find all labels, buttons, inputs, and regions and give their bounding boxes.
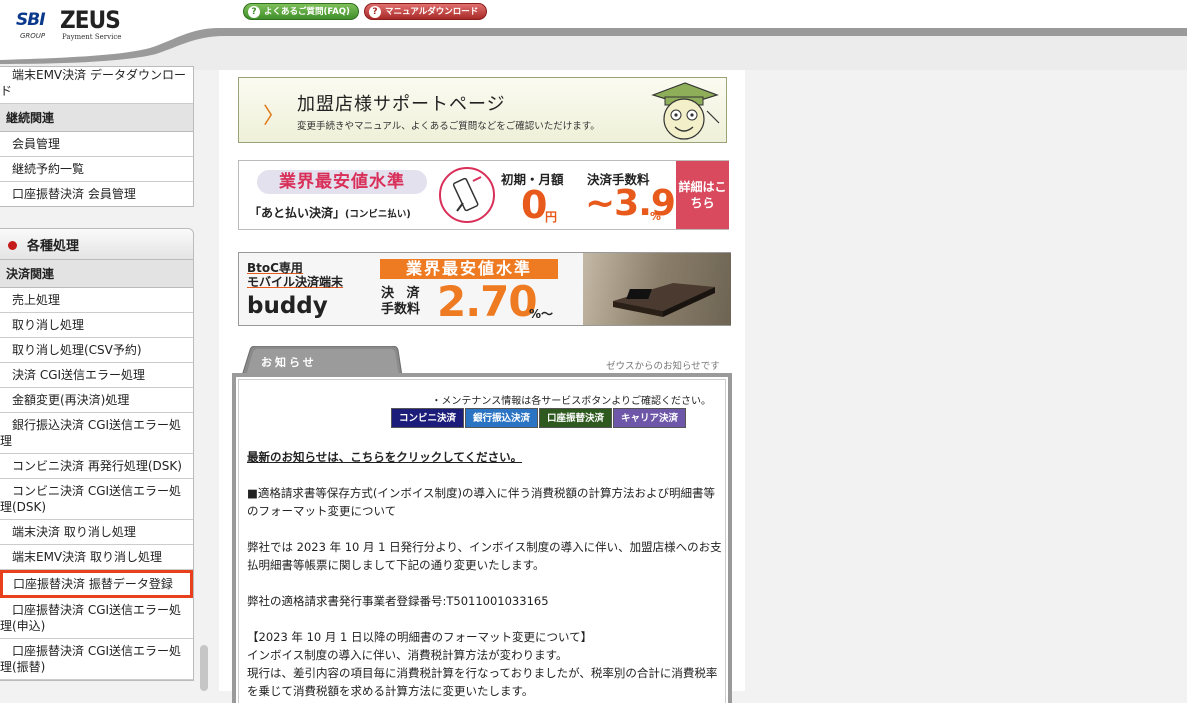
service-buttons: コンビニ決済 銀行振込決済 口座振替決済 キャリア決済 (391, 406, 687, 428)
sidebar-heading-payment: 決済関連 (0, 260, 193, 288)
sidebar-item-transfer-cgi-error-apply[interactable]: 口座振替決済 CGI送信エラー処理(申込) (0, 598, 193, 639)
news-paragraph-4-line1: 【2023 年 10 月 1 日以降の明細書のフォーマット変更について】 (247, 630, 593, 644)
sidebar-item-emv-cancel[interactable]: 端末EMV決済 取り消し処理 (0, 545, 193, 570)
buddy-fee-label-line1: 決 済 (381, 286, 424, 301)
news-paragraph-4-line3: 現行は、差引内容の項目毎に消費税計算を行なっておりましたが、税率別の合計に消費税… (247, 666, 718, 698)
sidebar-item-cancel[interactable]: 取り消し処理 (0, 313, 193, 338)
sidebar-item-bank-cgi-error[interactable]: 銀行振込決済 CGI送信エラー処理 (0, 413, 193, 454)
atobarai-text: 「あと払い決済」 (249, 206, 346, 220)
konbini-fee-value: ~3.9 (585, 183, 676, 224)
konbini-atobarai-label: 「あと払い決済」(コンビニ払い) (249, 204, 411, 221)
sidebar: 端末EMV決済 データダウンロード 継続関連 会員管理 継続予約一覧 口座振替決… (0, 66, 200, 691)
sidebar-item-terminal-cancel[interactable]: 端末決済 取り消し処理 (0, 520, 193, 545)
sidebar-section-processing: 各種処理 (0, 229, 193, 260)
sidebar-item-cgi-error[interactable]: 決済 CGI送信エラー処理 (0, 363, 193, 388)
support-page-banner[interactable]: 〉 加盟店様サポートページ 変更手続きやマニュアル、よくあるご質問などをご確認い… (238, 77, 727, 143)
news-inner: ・メンテナンス情報は各サービスボタンよりご確認ください。 コンビニ決済 銀行振込決… (238, 379, 726, 703)
buddy-terminal-photo (583, 253, 731, 325)
manual-download-button[interactable]: ? マニュアルダウンロード (364, 3, 488, 20)
news-paragraph-1: ■適格請求書等保存方式(インボイス制度)の導入に伴う消費税額の計算方法および明細… (247, 486, 715, 518)
konbini-percent-unit: % (650, 210, 662, 223)
chevron-right-icon: 〉 (263, 104, 286, 129)
support-banner-title: 加盟店様サポートページ (297, 94, 506, 115)
sidebar-item-konbini-reissue[interactable]: コンビニ決済 再発行処理(DSK) (0, 454, 193, 479)
buddy-terminal-banner[interactable]: BtoC専用 モバイル決済端末 buddy 業界最安値水準 決 済 手数料 2.… (238, 252, 731, 326)
sidebar-item-konbini-cgi-error[interactable]: コンビニ決済 CGI送信エラー処理(DSK) (0, 479, 193, 520)
news-paragraph-4: 【2023 年 10 月 1 日以降の明細書のフォーマット変更について】 インボ… (247, 628, 723, 700)
service-button-account-transfer[interactable]: 口座振替決済 (539, 408, 613, 428)
sidebar-item-account-transfer-members[interactable]: 口座振替決済 会員管理 (0, 182, 193, 206)
konbini-detail-button[interactable]: 詳細はこちら (676, 161, 729, 229)
buddy-lowest-badge: 業界最安値水準 (380, 259, 558, 279)
buddy-fee-label: 決 済 手数料 (381, 286, 424, 318)
service-button-bank[interactable]: 銀行振込決済 (465, 408, 539, 428)
logo-sbi-text: SBI (16, 10, 46, 30)
atobarai-small-text: (コンビニ払い) (345, 209, 411, 220)
buddy-percent-unit: %～ (529, 307, 554, 321)
faq-button[interactable]: ? よくあるご質問(FAQ) (243, 3, 359, 20)
sidebar-item-amount-change[interactable]: 金額変更(再決済)処理 (0, 388, 193, 413)
sidebar-item-cancel-csv[interactable]: 取り消し処理(CSV予約) (0, 338, 193, 363)
buddy-btoc-line1: BtoC専用 (247, 261, 303, 275)
news-paragraph-4-line2: インボイス制度の導入に伴い、消費税計算方法が変わります。 (247, 648, 568, 662)
main-content: 〉 加盟店様サポートページ 変更手続きやマニュアル、よくあるご質問などをご確認い… (219, 70, 745, 703)
faq-button-label: よくあるご質問(FAQ) (264, 7, 350, 17)
sidebar-panel-processing: 各種処理 決済関連 売上処理 取り消し処理 取り消し処理(CSV予約) 決済 C… (0, 228, 194, 681)
news-paragraph-2: 弊社では 2023 年 10 月 1 日発行分より、インボイス制度の導入に伴い、… (247, 540, 722, 572)
header-swoosh (0, 0, 1187, 64)
pen-invoice-icon (439, 167, 495, 223)
sidebar-heading-continuation: 継続関連 (0, 104, 193, 132)
maintenance-note: ・メンテナンス情報は各サービスボタンよりご確認ください。 (431, 396, 711, 407)
question-icon: ? (369, 6, 381, 18)
sidebar-item-transfer-data-registration[interactable]: 口座振替決済 振替データ登録 (0, 570, 193, 598)
konbini-lowest-badge: 業界最安値水準 (257, 170, 427, 194)
manual-button-label: マニュアルダウンロード (385, 7, 479, 17)
logo-group-text: GROUP (20, 32, 46, 40)
terminal-device-icon (613, 283, 715, 317)
buddy-btoc-label: BtoC専用 モバイル決済端末 (247, 261, 343, 289)
sidebar-item-sales[interactable]: 売上処理 (0, 288, 193, 313)
sidebar-section-label: 各種処理 (27, 239, 80, 254)
logo-payment-text: Payment Service (62, 33, 122, 41)
sidebar-item-transfer-cgi-error-transfer[interactable]: 口座振替決済 CGI送信エラー処理(振替) (0, 639, 193, 680)
news-caption: ゼウスからのお知らせです (606, 361, 720, 372)
zeus-logo[interactable]: SBI ZEUS GROUP Payment Service (16, 6, 126, 42)
news-box: ・メンテナンス情報は各サービスボタンよりご確認ください。 コンビニ決済 銀行振込決… (232, 373, 732, 703)
header: SBI ZEUS GROUP Payment Service ? よくあるご質問… (0, 0, 1187, 70)
sidebar-scrollbar[interactable] (200, 645, 208, 691)
konbini-zero-value: 0 (521, 183, 548, 227)
mascot-icon (651, 82, 720, 140)
sidebar-item-reservation-list[interactable]: 継続予約一覧 (0, 157, 193, 182)
sidebar-panel-continuation: 端末EMV決済 データダウンロード 継続関連 会員管理 継続予約一覧 口座振替決… (0, 66, 194, 207)
red-dot-icon (8, 241, 17, 250)
news-tab-label: お知らせ (261, 356, 317, 369)
logo-zeus-text: ZEUS (60, 6, 121, 34)
buddy-btoc-line2: モバイル決済端末 (247, 275, 344, 289)
buddy-rate-value: 2.70 (437, 277, 538, 326)
support-banner-subtitle: 変更手続きやマニュアル、よくあるご質問などをご確認いただけます。 (297, 121, 600, 132)
news-text: 最新のお知らせは、こちらをクリックしてください。 ■適格請求書等保存方式(インボ… (247, 448, 723, 700)
buddy-name: buddy (247, 293, 328, 319)
latest-news-link[interactable]: 最新のお知らせは、こちらをクリックしてください。 (247, 450, 522, 464)
news-paragraph-3: 弊社の適格請求書発行事業者登録番号:T5011001033165 (247, 594, 549, 608)
sidebar-item-emv-download[interactable]: 端末EMV決済 データダウンロード (0, 67, 193, 104)
buddy-fee-label-line2: 手数料 (381, 302, 421, 317)
sidebar-item-member-management[interactable]: 会員管理 (0, 132, 193, 157)
konbini-yen-unit: 円 (545, 210, 558, 224)
question-icon: ? (248, 6, 260, 18)
service-button-carrier[interactable]: キャリア決済 (613, 408, 687, 428)
konbini-atobarai-banner[interactable]: 業界最安値水準 「あと払い決済」(コンビニ払い) 初期・月額 決済手数料 0 円… (238, 160, 729, 230)
service-button-konbini[interactable]: コンビニ決済 (391, 408, 465, 428)
